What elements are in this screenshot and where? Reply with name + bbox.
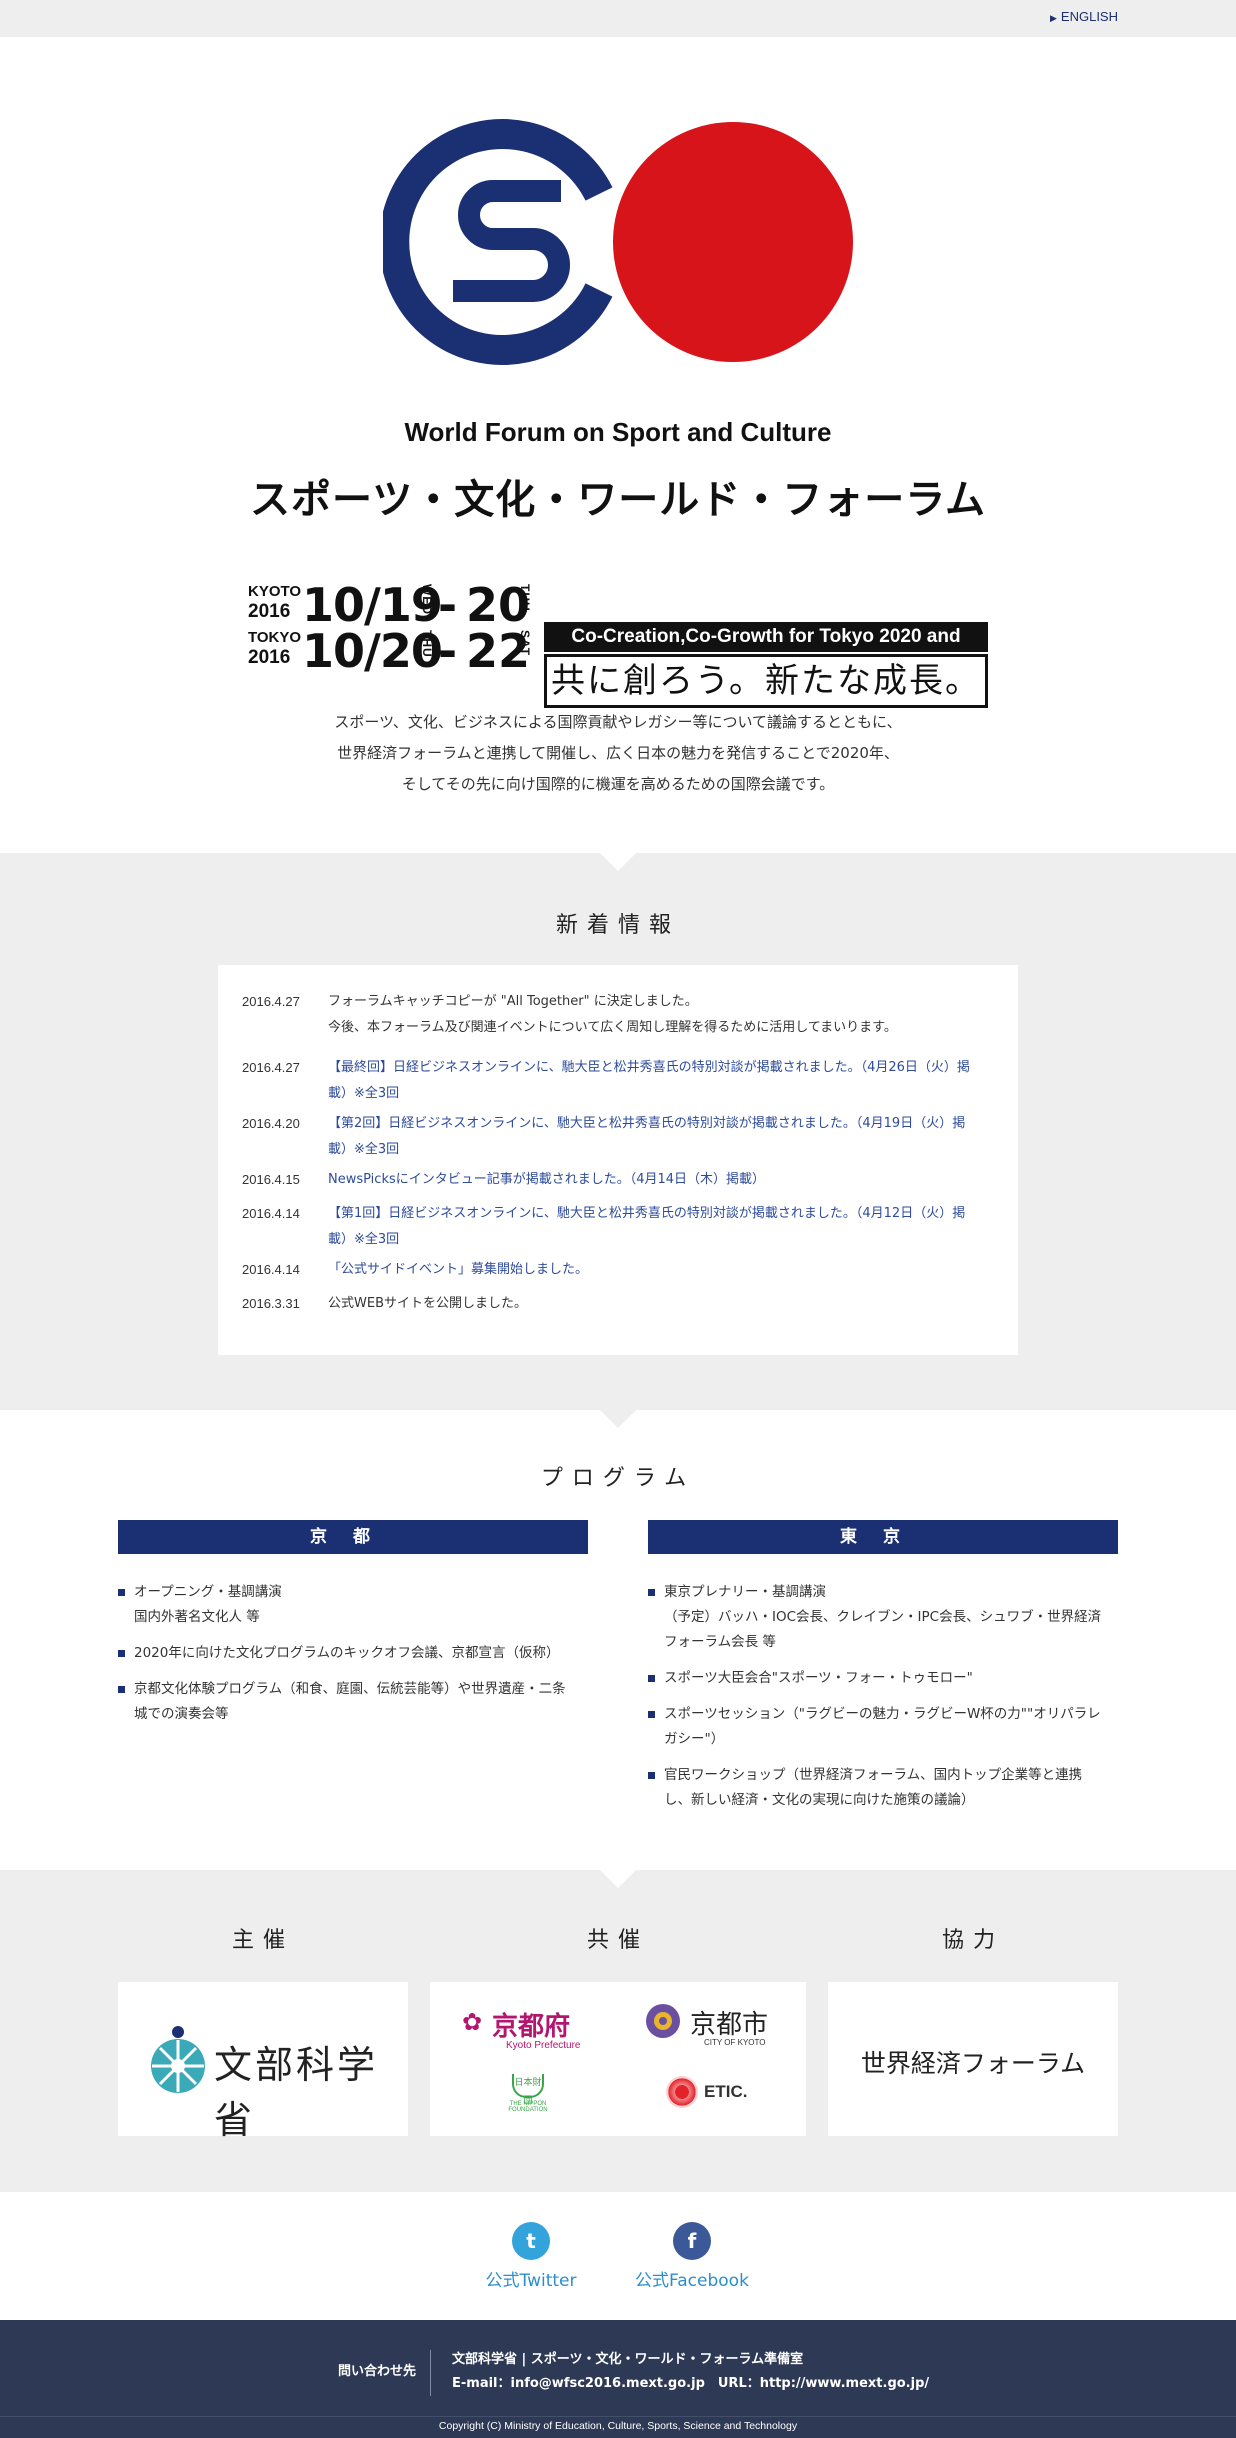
copyright: Copyright (C) Ministry of Education, Cul… xyxy=(438,2420,798,2432)
intro-line: スポーツ、文化、ビジネスによる国際貢献やレガシー等について議論するとともに、 xyxy=(334,713,902,731)
news-link[interactable]: 【最終回】日経ビジネスオンラインに、馳大臣と松井秀喜氏の特別対談が掲載されました… xyxy=(328,1055,982,1107)
news-title: 新着情報 xyxy=(555,913,680,938)
footer-divider xyxy=(430,2350,431,2396)
hero-section: World Forum on Sport and Culture スポーツ・文化… xyxy=(0,37,1236,853)
kyoto-city-emblem-icon xyxy=(646,2004,680,2038)
support-heading: 協力 xyxy=(941,1928,1004,1953)
host-logo-card[interactable]: 文部科学省 xyxy=(118,1982,408,2142)
cohost-heading: 共催 xyxy=(586,1928,649,1953)
cocreation-tagline: Co-Creation,Co-Growth for Tokyo 2020 and… xyxy=(544,622,988,677)
event-dates: KYOTO 2016 10/19 WED - 20 THU TOKYO 2016… xyxy=(248,578,988,712)
bullet-square-icon xyxy=(648,1772,655,1779)
program-item: 東京プレナリー・基調講演 （予定）バッハ・IOC会長、クレイブン・IPC会長、シュ… xyxy=(648,1580,1118,1655)
kyoto-program-list: オープニング・基調講演 国内外著名文化人 等 2020年に向けた文化プログラムのキ… xyxy=(118,1580,588,1738)
program-section: プログラム 京都 オープニング・基調講演 国内外著名文化人 等 2020年に向けた… xyxy=(0,1410,1236,1870)
contact-email-url[interactable]: E-mail：info@wfsc2016.mext.go.jp URL：http… xyxy=(452,2372,929,2391)
kyoto-start-weekday: WED xyxy=(420,584,434,615)
tokyo-program-list: 東京プレナリー・基調講演 （予定）バッハ・IOC会長、クレイブン・IPC会長、シュ… xyxy=(648,1580,1118,1824)
program-item: 2020年に向けた文化プログラムのキックオフ会議、京都宣言（仮称） xyxy=(118,1641,588,1666)
top-bar: ▶ ENGLISH xyxy=(0,0,1236,37)
twitter-link[interactable]: t 公式Twitter xyxy=(461,2222,601,2291)
organizers-section: 主催 共催 協力 文部科学省 ✿ 京都府 Kyoto Prefecture 京都… xyxy=(0,1870,1236,2192)
facebook-link[interactable]: f 公式Facebook xyxy=(622,2222,762,2291)
tokyo-year: 2016 xyxy=(248,647,291,668)
news-date: 2016.3.31 xyxy=(242,1296,300,1311)
twitter-icon: t xyxy=(512,2222,550,2260)
etic-dots-icon xyxy=(666,2076,698,2108)
program-item: 京都文化体験プログラム（和食、庭園、伝統芸能等）や世界遺産・二条 城での演奏会等 xyxy=(118,1677,588,1727)
tokyo-city-label: TOKYO xyxy=(248,629,302,646)
news-link[interactable]: 【第2回】日経ビジネスオンラインに、馳大臣と松井秀喜氏の特別対談が掲載されました… xyxy=(328,1111,982,1163)
support-logo-card[interactable]: 世界経済フォーラム xyxy=(828,1982,1118,2136)
twitter-label: 公式Twitter xyxy=(485,2271,577,2291)
bullet-square-icon xyxy=(118,1686,125,1693)
cohost-logos-card[interactable]: ✿ 京都府 Kyoto Prefecture 京都市 CITY OF KYOTO… xyxy=(430,1982,806,2136)
program-item: 官民ワークショップ（世界経済フォーラム、国内トップ企業等と連携 し、新しい経済・文… xyxy=(648,1763,1118,1813)
wef-name: 世界経済フォーラム xyxy=(860,2049,1086,2078)
program-item: オープニング・基調講演 国内外著名文化人 等 xyxy=(118,1580,588,1630)
tokyo-program-heading: 東京 xyxy=(648,1520,1118,1554)
section-arrow xyxy=(600,1870,636,1888)
footer-rule xyxy=(0,2416,1236,2417)
kyoto-year: 2016 xyxy=(248,601,291,622)
news-box: 2016.4.27 フォーラムキャッチコピーが "All Together" に… xyxy=(218,965,1018,1355)
bullet-square-icon xyxy=(118,1650,125,1657)
bullet-square-icon xyxy=(648,1589,655,1596)
program-item: スポーツセッション（"ラグビーの魅力・ラグビーW杯の力""オリパラレ ガシー"） xyxy=(648,1702,1118,1752)
tokyo-start-weekday: THU xyxy=(420,630,434,658)
forum-logo xyxy=(383,119,853,365)
contact-org: 文部科学省 | スポーツ・文化・ワールド・フォーラム準備室 xyxy=(452,2352,804,2367)
host-heading: 主催 xyxy=(231,1928,294,1953)
news-link[interactable]: NewsPicksにインタビュー記事が掲載されました。（4月14日（木）掲載） xyxy=(328,1167,982,1193)
facebook-label: 公式Facebook xyxy=(635,2271,749,2291)
tokyo-end-weekday: SAT xyxy=(518,630,532,657)
social-section: t 公式Twitter f 公式Facebook xyxy=(0,2192,1236,2320)
news-date: 2016.4.27 xyxy=(242,1060,300,1075)
bullet-square-icon xyxy=(648,1675,655,1682)
news-date: 2016.4.20 xyxy=(242,1116,300,1131)
mext-emblem-icon xyxy=(151,2026,205,2093)
section-arrow xyxy=(600,1410,636,1428)
bullet-square-icon xyxy=(648,1711,655,1718)
intro-text: スポーツ、文化、ビジネスによる国際貢献やレガシー等について議論するとともに、 世… xyxy=(0,707,1236,800)
japanese-title: スポーツ・文化・ワールド・フォーラム xyxy=(250,476,986,523)
bullet-square-icon xyxy=(118,1589,125,1596)
news-text: フォーラムキャッチコピーが "All Together" に決定しました。 今後… xyxy=(328,994,897,1035)
news-date: 2016.4.27 xyxy=(242,994,300,1009)
host-name: 文部科学省 xyxy=(214,2043,379,2142)
nippon-foundation-logo: 日本財団 THE NIPPON FOUNDATION xyxy=(498,2074,558,2113)
footer: 問い合わせ先 文部科学省 | スポーツ・文化・ワールド・フォーラム準備室 E-m… xyxy=(0,2320,1236,2438)
kyoto-city-label: KYOTO xyxy=(248,583,302,600)
program-title: プログラム xyxy=(540,1466,696,1491)
contact-label: 問い合わせ先 xyxy=(338,2364,417,2379)
flower-icon: ✿ xyxy=(462,2008,483,2036)
news-date: 2016.4.14 xyxy=(242,1206,300,1221)
news-section: 新着情報 2016.4.27 フォーラムキャッチコピーが "All Togeth… xyxy=(0,853,1236,1410)
motto-box: 共に創ろう。新たな成長。 xyxy=(544,654,988,708)
caret-right-icon: ▶ xyxy=(1050,13,1057,23)
logo-s-shape xyxy=(453,180,570,302)
intro-line: そしてその先に向け国際的に機運を高めるための国際会議です。 xyxy=(401,775,835,793)
kyoto-end-weekday: THU xyxy=(518,584,532,612)
english-title: World Forum on Sport and Culture xyxy=(404,417,832,447)
tokyo-dash: - xyxy=(438,624,458,678)
english-link[interactable]: ▶ ENGLISH xyxy=(1050,9,1118,24)
news-link[interactable]: 「公式サイドイベント」募集開始しました。 xyxy=(328,1257,982,1283)
facebook-icon: f xyxy=(673,2222,711,2260)
program-item: スポーツ大臣会合"スポーツ・フォー・トゥモロー" xyxy=(648,1666,1118,1691)
news-date: 2016.4.15 xyxy=(242,1172,300,1187)
news-link[interactable]: 【第1回】日経ビジネスオンラインに、馳大臣と松井秀喜氏の特別対談が掲載されました… xyxy=(328,1201,982,1253)
news-date: 2016.4.14 xyxy=(242,1262,300,1277)
intro-line: 世界経済フォーラムと連携して開催し、広く日本の魅力を発信することで2020年、 xyxy=(337,744,899,762)
section-arrow xyxy=(600,853,636,871)
kyoto-program-heading: 京都 xyxy=(118,1520,588,1554)
logo-red-circle xyxy=(613,122,853,362)
news-text: 公式WEBサイトを公開しました。 xyxy=(328,1296,527,1311)
